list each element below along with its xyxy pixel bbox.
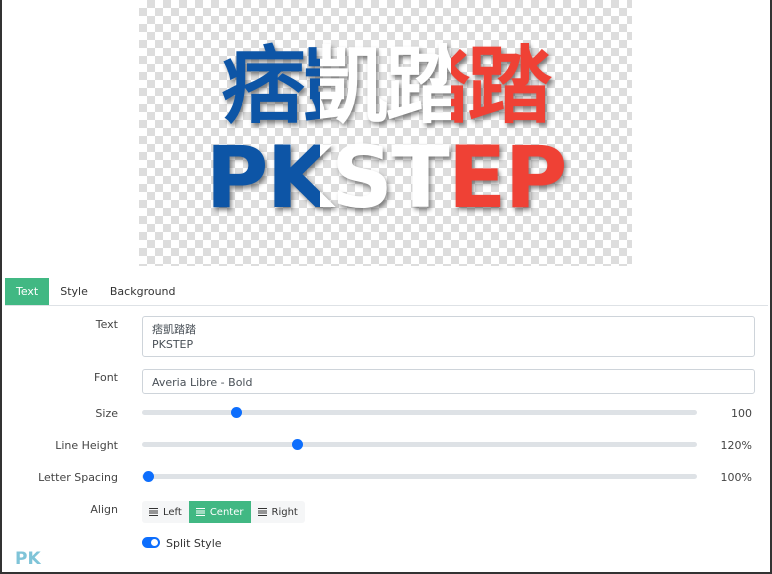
tab-style[interactable]: Style	[49, 278, 99, 305]
align-center-icon	[195, 508, 205, 516]
tab-background[interactable]: Background	[99, 278, 187, 305]
size-slider-thumb[interactable]	[231, 407, 243, 418]
align-left-label: Left	[163, 506, 182, 518]
font-label: Font	[94, 371, 118, 384]
text-input[interactable]: 痞凱踏踏 PKSTEP	[142, 316, 755, 357]
letter-spacing-label: Letter Spacing	[38, 471, 118, 484]
align-left-button[interactable]: Left	[142, 501, 189, 523]
align-left-icon	[149, 508, 158, 516]
size-slider[interactable]	[142, 407, 697, 418]
line-height-label: Line Height	[55, 439, 118, 452]
text-label: Text	[95, 318, 118, 331]
line-height-slider[interactable]	[142, 439, 697, 450]
align-center-label: Center	[209, 506, 244, 518]
line-height-slider-thumb[interactable]	[292, 439, 304, 450]
watermark-logo: PK	[15, 549, 41, 569]
tab-bar: Text Style Background	[5, 278, 768, 306]
align-right-button[interactable]: Right	[251, 501, 305, 523]
split-style-label: Split Style	[166, 537, 222, 550]
tab-text[interactable]: Text	[5, 278, 50, 305]
logo-line-1: 痞凱踏踏	[221, 37, 550, 135]
font-select[interactable]: Averia Libre - Bold	[142, 369, 755, 394]
align-right-icon	[257, 508, 267, 516]
size-label: Size	[95, 407, 118, 420]
align-right-label: Right	[271, 506, 298, 518]
letter-spacing-slider[interactable]	[142, 471, 697, 482]
logo-preview: 痞凱踏踏 PKSTEP	[139, 0, 632, 266]
logo-text: 痞凱踏踏 PKSTEP	[139, 38, 632, 227]
align-label: Align	[90, 503, 118, 516]
size-value: 100	[731, 407, 752, 420]
line-height-value: 120%	[720, 439, 752, 452]
letter-spacing-value: 100%	[720, 471, 752, 484]
letter-spacing-slider-thumb[interactable]	[142, 471, 154, 482]
align-group: Left Center Right	[142, 501, 305, 523]
logo-line-2: PKSTEP	[205, 127, 566, 228]
split-style-toggle[interactable]	[142, 537, 160, 548]
align-center-button[interactable]: Center	[188, 501, 251, 523]
